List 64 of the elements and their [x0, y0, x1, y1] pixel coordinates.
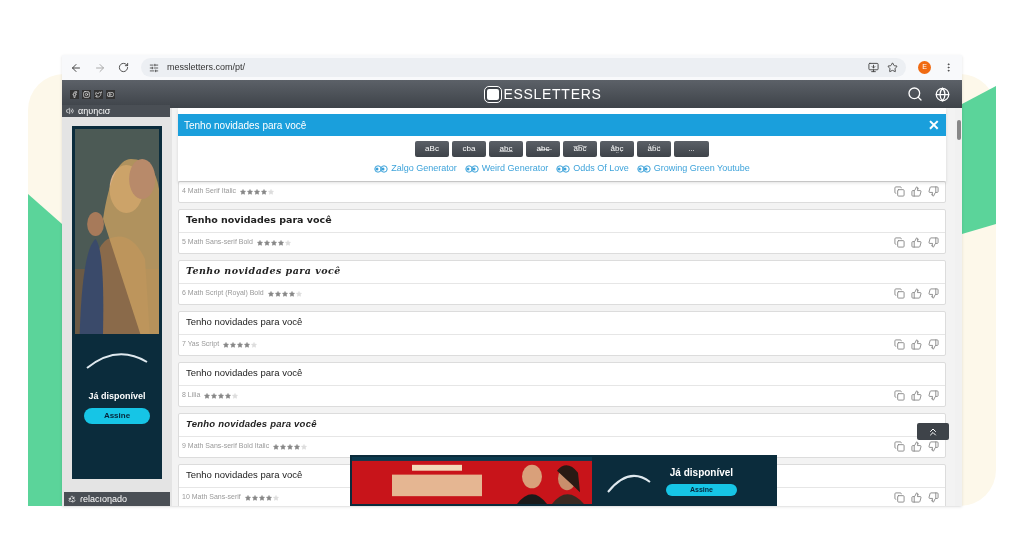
style-button[interactable]: a̲b̲c̲: [489, 141, 523, 157]
forward-icon[interactable]: [94, 61, 106, 74]
thumbs-up-icon[interactable]: [911, 441, 922, 452]
recycle-icon: [68, 495, 76, 503]
thumbs-up-icon[interactable]: [911, 492, 922, 503]
thumbs-down-icon[interactable]: [928, 237, 939, 248]
scroll-top-button[interactable]: [917, 423, 949, 440]
address-bar[interactable]: messletters.com/pt/: [141, 58, 906, 77]
ad-label: αηυηcισ: [78, 106, 111, 116]
style-button[interactable]: ä̍b̈c̈: [637, 141, 671, 157]
result-text[interactable]: Tenho novidades para você: [186, 417, 317, 432]
thumbs-down-icon[interactable]: [928, 390, 939, 401]
result-text[interactable]: Tenho novidades para você: [186, 366, 303, 381]
back-icon[interactable]: [70, 61, 82, 74]
globe-icon[interactable]: [935, 86, 950, 102]
related-label: ɾelacıoηado: [80, 494, 128, 504]
result-text[interactable]: Tenho novidades para você: [186, 468, 303, 483]
facebook-icon[interactable]: [70, 89, 79, 99]
reload-icon[interactable]: [118, 62, 129, 73]
banner-text: Tenho novidades para você: [184, 118, 308, 133]
twitter-icon[interactable]: [94, 89, 103, 99]
result-text[interactable]: Tenho novidades para você: [186, 264, 341, 279]
ad-tagline: Já disponível: [88, 390, 146, 403]
ad-cta-button[interactable]: Assine: [83, 407, 151, 424]
copy-icon[interactable]: [894, 390, 905, 401]
style-button[interactable]: a̅b̅c̅: [563, 141, 597, 157]
copy-icon[interactable]: [894, 339, 905, 350]
result-text[interactable]: Tenho novidades para você: [186, 213, 332, 228]
site-logo[interactable]: ESSLETTERS: [503, 83, 602, 105]
thumbs-down-icon[interactable]: [928, 441, 939, 452]
thumbs-down-icon[interactable]: [928, 492, 939, 503]
install-icon[interactable]: [868, 62, 879, 73]
style-button[interactable]: a̶b̶c̶: [526, 141, 560, 157]
speaker-icon: [66, 107, 74, 115]
copy-icon[interactable]: [894, 237, 905, 248]
thumbs-up-icon[interactable]: [911, 186, 922, 197]
thumbs-down-icon[interactable]: [928, 186, 939, 197]
thumbs-down-icon[interactable]: [928, 288, 939, 299]
thumbs-up-icon[interactable]: [911, 339, 922, 350]
copy-icon[interactable]: [894, 492, 905, 503]
style-button[interactable]: ...: [674, 141, 709, 157]
copy-icon[interactable]: [894, 441, 905, 452]
instagram-icon[interactable]: [82, 89, 91, 99]
logo-icon[interactable]: [485, 86, 502, 102]
bookmark-icon[interactable]: [887, 62, 898, 73]
search-icon[interactable]: [907, 86, 923, 102]
thumbs-up-icon[interactable]: [911, 390, 922, 401]
eyes-icon: [464, 164, 479, 173]
result-text[interactable]: Tenho novidades para você: [186, 315, 303, 330]
thumbs-up-icon[interactable]: [911, 237, 922, 248]
style-button[interactable]: aBc: [415, 141, 449, 157]
copy-icon[interactable]: [894, 186, 905, 197]
ad-tagline: Já disponível: [669, 465, 734, 480]
site-settings-icon[interactable]: [149, 62, 159, 73]
url-text: messletters.com/pt/: [167, 60, 246, 74]
scrollbar[interactable]: [955, 108, 962, 506]
thumbs-down-icon[interactable]: [928, 339, 939, 350]
style-button[interactable]: cba: [452, 141, 486, 157]
eyes-icon: [556, 164, 571, 173]
eyes-icon: [374, 164, 389, 173]
eyes-icon: [636, 164, 651, 173]
style-button[interactable]: a̽b̤c̣: [600, 141, 634, 157]
copy-icon[interactable]: [894, 288, 905, 299]
thumbs-up-icon[interactable]: [911, 288, 922, 299]
